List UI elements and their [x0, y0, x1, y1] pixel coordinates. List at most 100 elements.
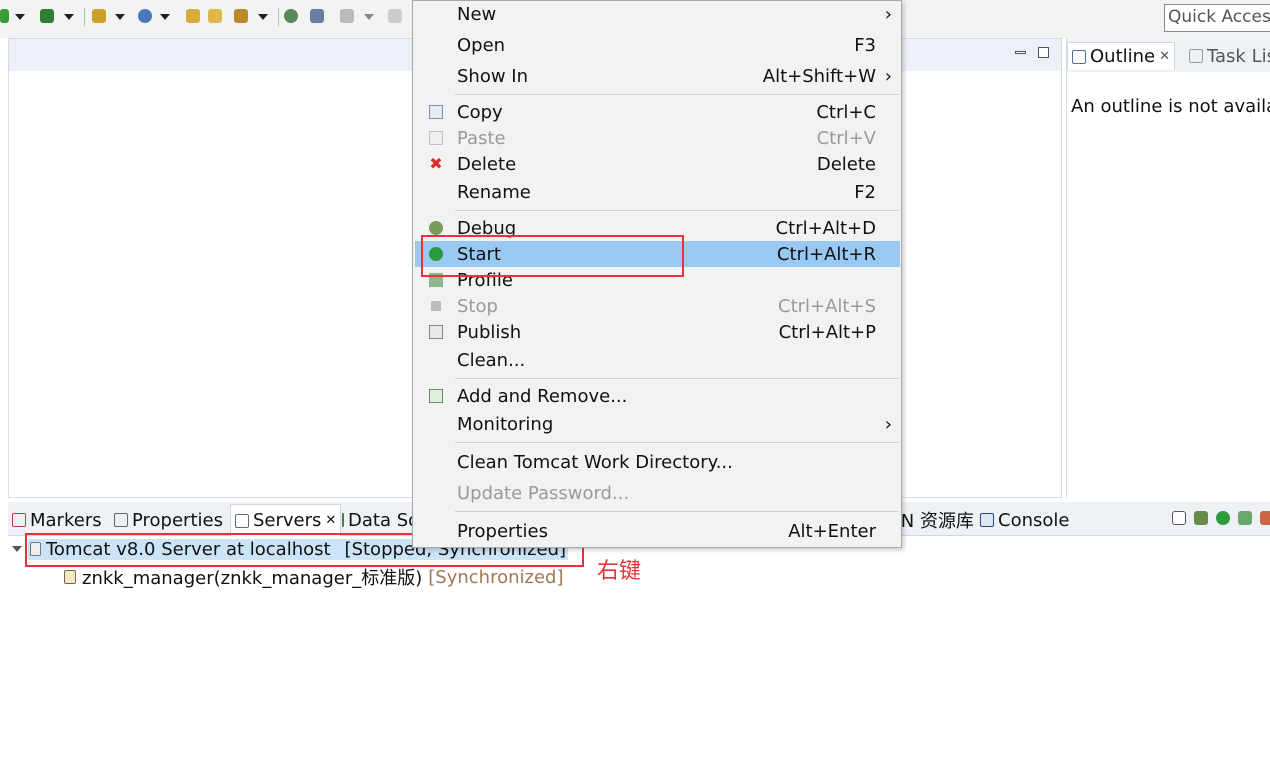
deploy-icon[interactable]: [234, 9, 248, 23]
tab-outline-label: Outline: [1090, 46, 1156, 67]
close-icon[interactable]: ✕: [325, 513, 336, 528]
module-name: znkk_manager(znkk_manager_标准版): [82, 568, 423, 589]
menu-item-stop[interactable]: Stop Ctrl+Alt+S: [415, 293, 900, 319]
debug-icon: [429, 221, 443, 235]
web-dropdown-arrow[interactable]: [160, 14, 170, 20]
outline-panel: Outline ✕ Task List An outline is not av…: [1066, 38, 1270, 498]
properties-icon: [114, 513, 128, 527]
toolbar-separator: [84, 8, 85, 26]
new-dropdown-arrow[interactable]: [15, 14, 25, 20]
menu-item-shortcut: F2: [854, 181, 876, 203]
prev-annotation-icon[interactable]: [388, 9, 402, 23]
tab-task-list-label: Task List: [1207, 45, 1270, 67]
module-status: [Synchronized]: [428, 566, 564, 588]
start-server-icon[interactable]: [1216, 511, 1230, 525]
maximize-icon[interactable]: [1038, 47, 1049, 58]
minimize-icon[interactable]: [1015, 51, 1026, 54]
module-tree-item[interactable]: znkk_manager(znkk_manager_标准版) [Synchron…: [64, 564, 563, 590]
collapse-all-icon[interactable]: [1172, 511, 1186, 525]
tab-task-list[interactable]: Task List: [1189, 42, 1270, 70]
tab-outline[interactable]: Outline ✕: [1067, 42, 1176, 70]
publish-icon: [429, 325, 443, 339]
menu-item-label: Monitoring: [457, 413, 554, 435]
menu-item-new[interactable]: New ›: [415, 1, 900, 27]
tab-svn[interactable]: SVN 资源库: [902, 504, 974, 536]
data-source-icon: [342, 513, 344, 527]
menu-item-label: Show In: [457, 65, 529, 87]
menu-item-shortcut: Ctrl+C: [816, 101, 876, 123]
menu-item-monitoring[interactable]: Monitoring ›: [415, 411, 900, 437]
menu-item-shortcut: Alt+Shift+W: [762, 65, 876, 87]
next-annotation-icon[interactable]: [340, 9, 354, 23]
menu-item-label: Open: [457, 34, 506, 56]
tab-console-label: Console: [998, 509, 1070, 531]
markers-icon: [12, 513, 26, 527]
paste-icon: [429, 131, 443, 145]
run-icon[interactable]: [40, 9, 54, 23]
open-file-icon[interactable]: [208, 9, 222, 23]
new-server-icon[interactable]: [92, 9, 106, 23]
tab-markers[interactable]: Markers: [12, 504, 102, 536]
annotation-box-start: [421, 235, 684, 277]
search-icon[interactable]: [310, 9, 324, 23]
annotation-text: 右键: [597, 559, 642, 584]
tab-servers[interactable]: Servers ✕: [230, 504, 342, 536]
menu-item-rename[interactable]: Rename F2: [415, 179, 900, 205]
copy-icon: [429, 105, 443, 119]
menu-item-label: Delete: [457, 153, 517, 175]
chevron-right-icon: ›: [884, 65, 892, 87]
menu-item-label: Clean...: [457, 349, 526, 371]
menu-item-label: Clean Tomcat Work Directory...: [457, 451, 733, 473]
debug-server-icon[interactable]: [1194, 511, 1208, 525]
menu-item-update-password[interactable]: Update Password...: [415, 480, 900, 506]
run-dropdown-arrow[interactable]: [64, 14, 74, 20]
menu-item-show-in[interactable]: Show In Alt+Shift+W ›: [415, 63, 900, 89]
menu-item-shortcut: Ctrl+Alt+D: [775, 217, 876, 239]
menu-item-clean-work-dir[interactable]: Clean Tomcat Work Directory...: [415, 449, 900, 475]
tab-properties[interactable]: Properties: [114, 504, 223, 536]
tab-data-source-label: Data Source Explorer: [348, 509, 412, 531]
tab-svn-label: SVN 资源库: [902, 511, 974, 532]
new-icon[interactable]: [0, 9, 9, 23]
console-icon: [980, 513, 994, 527]
menu-separator: [455, 378, 899, 379]
menu-item-shortcut: Alt+Enter: [788, 520, 876, 542]
menu-item-paste[interactable]: Paste Ctrl+V: [415, 125, 900, 151]
menu-item-shortcut: Ctrl+V: [816, 127, 876, 149]
globe-icon[interactable]: [284, 9, 298, 23]
outline-message: An outline is not available.: [1071, 96, 1270, 117]
web-icon[interactable]: [138, 9, 152, 23]
menu-item-delete[interactable]: ✖ Delete Delete: [415, 151, 900, 177]
menu-item-clean[interactable]: Clean...: [415, 347, 900, 373]
menu-item-label: Paste: [457, 127, 506, 149]
menu-item-add-remove[interactable]: Add and Remove...: [415, 383, 900, 409]
deploy-dropdown-arrow[interactable]: [258, 14, 268, 20]
menu-item-shortcut: Ctrl+Alt+S: [778, 295, 876, 317]
tab-markers-label: Markers: [30, 509, 102, 531]
tab-data-source[interactable]: Data Source Explorer: [342, 504, 412, 536]
menu-item-open[interactable]: Open F3: [415, 32, 900, 58]
menu-item-copy[interactable]: Copy Ctrl+C: [415, 99, 900, 125]
tab-servers-label: Servers: [253, 510, 322, 531]
profile-server-icon[interactable]: [1238, 511, 1252, 525]
tab-properties-label: Properties: [132, 509, 223, 531]
menu-item-publish[interactable]: Publish Ctrl+Alt+P: [415, 319, 900, 345]
outline-tab-bar: Outline ✕ Task List: [1067, 38, 1270, 72]
chevron-down-icon[interactable]: [12, 546, 22, 552]
stop-icon: [431, 301, 441, 311]
new-server-dropdown-arrow[interactable]: [115, 14, 125, 20]
menu-item-shortcut: Ctrl+Alt+R: [776, 243, 876, 265]
menu-item-label: Stop: [457, 295, 498, 317]
tab-console[interactable]: Console: [980, 504, 1069, 536]
add-remove-icon: [429, 389, 443, 403]
menu-item-shortcut: Delete: [816, 153, 876, 175]
open-folder-icon[interactable]: [186, 9, 200, 23]
stop-server-icon[interactable]: [1260, 511, 1270, 525]
menu-item-label: Copy: [457, 101, 503, 123]
quick-access-field[interactable]: Quick Access: [1164, 4, 1270, 32]
module-icon: [64, 570, 76, 584]
menu-item-properties[interactable]: Properties Alt+Enter: [415, 518, 900, 544]
next-annotation-dropdown-arrow[interactable]: [364, 14, 374, 20]
menu-separator: [455, 442, 899, 443]
close-icon[interactable]: ✕: [1159, 49, 1170, 64]
